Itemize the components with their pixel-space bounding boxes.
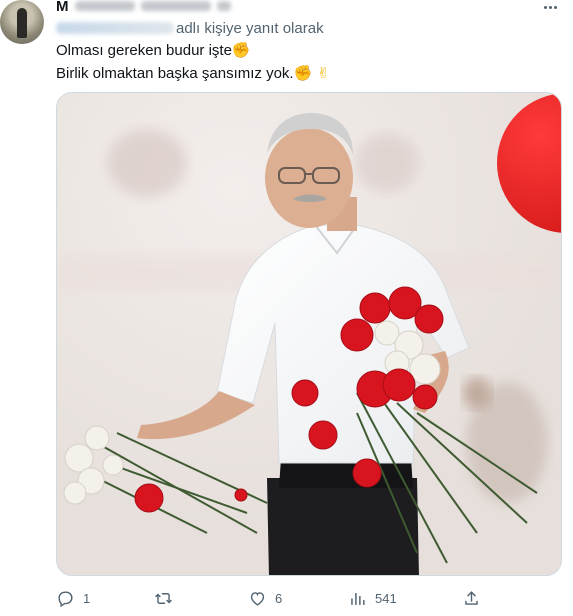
tweet-photo[interactable] <box>56 92 562 576</box>
fist-victory-emoji: ✊ ✌ <box>293 64 330 82</box>
author-name[interactable]: M <box>56 0 69 15</box>
tweet-text-line-2: Birlik olmaktan başka şansımız yok.✊ ✌ <box>56 62 330 85</box>
like-button[interactable]: 6 <box>248 587 282 609</box>
tweet-text-line-1-text: Olması gereken budur işte <box>56 42 232 59</box>
tweet-header: M <box>56 0 231 16</box>
author-name-redacted <box>74 1 135 11</box>
author-handle-redacted <box>140 1 211 11</box>
reply-count: 1 <box>83 590 91 606</box>
reply-icon <box>58 590 73 607</box>
tweet-text-line-1: Olması gereken budur işte✊ <box>56 39 330 62</box>
reply-button[interactable]: 1 <box>56 587 90 609</box>
repost-icon <box>155 592 172 604</box>
like-icon <box>250 591 265 606</box>
like-count: 6 <box>275 590 283 606</box>
repost-button[interactable] <box>154 587 181 609</box>
reply-mention-redacted[interactable] <box>56 22 174 34</box>
views-count: 541 <box>375 590 397 606</box>
tweet: M adlı kişiye yanıt olarak Olması gereke… <box>0 0 573 616</box>
views-button[interactable]: 541 <box>348 587 397 609</box>
share-icon <box>465 590 478 605</box>
avatar[interactable] <box>0 0 44 44</box>
photo-illustration <box>57 93 561 575</box>
tweet-actions: 1 6 541 <box>56 587 496 609</box>
tweet-text: Olması gereken budur işte✊ Birlik olmakt… <box>56 39 330 85</box>
reply-context: adlı kişiye yanıt olarak <box>56 18 324 38</box>
share-button[interactable] <box>462 587 481 609</box>
avatar-figure <box>17 8 27 38</box>
raised-fist-emoji: ✊ <box>231 41 251 59</box>
views-icon <box>351 592 365 605</box>
tweet-text-line-2-text: Birlik olmaktan başka şansımız yok. <box>56 65 294 82</box>
more-icon[interactable] <box>539 0 561 14</box>
timestamp-redacted <box>216 1 231 11</box>
reply-context-text: adlı kişiye yanıt olarak <box>176 19 324 37</box>
